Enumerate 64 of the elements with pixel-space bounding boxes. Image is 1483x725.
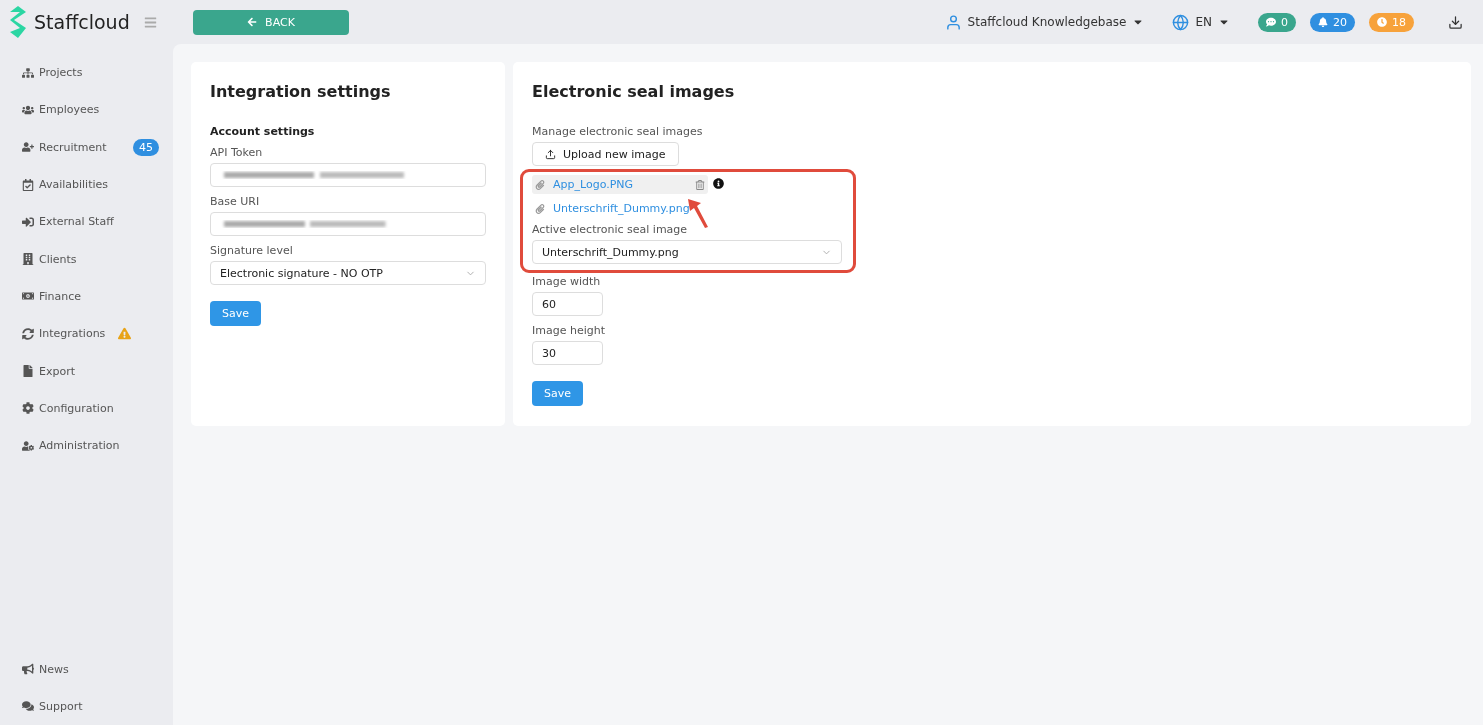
info-icon[interactable] xyxy=(713,178,724,189)
user-gear-icon xyxy=(22,439,34,452)
sidebar-item[interactable]: Configuration xyxy=(39,401,114,415)
user-plus-icon xyxy=(22,141,34,154)
logo-icon xyxy=(10,6,26,38)
sidebar-item[interactable]: Export xyxy=(39,364,75,378)
gear-icon xyxy=(22,402,34,415)
upload-icon xyxy=(545,148,556,160)
field-label: Base URI xyxy=(210,195,261,208)
users-icon xyxy=(22,103,34,116)
download-icon[interactable] xyxy=(1448,14,1463,30)
sidebar-item[interactable]: Administration xyxy=(39,439,120,453)
input-field[interactable] xyxy=(210,212,486,236)
count-badge: 45 xyxy=(133,138,159,156)
card-title: Electronic seal images xyxy=(532,82,736,101)
field-label: Image width xyxy=(532,275,602,288)
sidebar-item[interactable]: Finance xyxy=(39,289,82,303)
file-icon xyxy=(22,365,34,377)
arrow-left-icon xyxy=(247,17,258,27)
sync-icon xyxy=(22,327,34,340)
megaphone-icon xyxy=(22,663,34,676)
card-title: Integration settings xyxy=(210,82,392,101)
field-label: Signature level xyxy=(210,244,294,257)
input-field[interactable] xyxy=(210,163,486,187)
counter-badge[interactable]: 20 xyxy=(1310,12,1355,32)
field-label: Manage electronic seal images xyxy=(532,125,704,138)
sidebar-item[interactable]: Employees xyxy=(39,103,100,117)
sitemap-icon xyxy=(22,66,34,79)
brand-name: Staffcloud xyxy=(34,11,130,33)
sidebar-item[interactable]: External Staff xyxy=(39,215,114,229)
globe-icon xyxy=(1172,13,1190,31)
sidebar-item[interactable]: Projects xyxy=(39,66,83,80)
chat-icon xyxy=(22,700,34,713)
sidebar-item[interactable]: Availabilities xyxy=(39,178,108,192)
input-field[interactable]: 60 xyxy=(532,292,603,316)
trash-icon[interactable] xyxy=(695,179,705,190)
sign-in-icon xyxy=(22,215,34,228)
sidebar-item[interactable]: Support xyxy=(39,699,83,713)
clock-icon xyxy=(1377,17,1387,27)
select-field[interactable]: Unterschrift_Dummy.png xyxy=(532,240,842,264)
paperclip-icon xyxy=(535,179,545,190)
calendar-icon xyxy=(22,178,34,191)
sidebar-item[interactable]: Clients xyxy=(39,252,77,266)
field-label: API Token xyxy=(210,146,264,159)
bell-icon xyxy=(1318,17,1328,27)
arrow-drawing xyxy=(687,197,709,229)
file-row[interactable]: Unterschrift_Dummy.png xyxy=(532,199,708,218)
field-label: Active electronic seal image xyxy=(532,223,689,236)
input-field[interactable]: 30 xyxy=(532,341,603,365)
building-icon xyxy=(22,253,34,266)
paperclip-icon xyxy=(535,203,545,214)
user-icon xyxy=(944,13,962,31)
upload-button[interactable]: Upload new image xyxy=(532,142,679,166)
language-selector[interactable]: EN xyxy=(1195,15,1212,29)
field-label: Image height xyxy=(532,324,606,337)
sidebar-item[interactable]: Integrations xyxy=(39,327,106,341)
account-name[interactable]: Staffcloud Knowledgebase xyxy=(967,15,1127,29)
sidebar-item[interactable]: Recruitment xyxy=(39,140,107,154)
file-link[interactable]: Unterschrift_Dummy.png xyxy=(553,202,690,215)
select-field[interactable]: Electronic signature - NO OTP xyxy=(210,261,486,285)
money-icon xyxy=(22,290,34,303)
chat-icon xyxy=(1266,17,1276,27)
section-title: Account settings xyxy=(210,125,316,138)
sidebar-item[interactable]: News xyxy=(39,662,69,676)
